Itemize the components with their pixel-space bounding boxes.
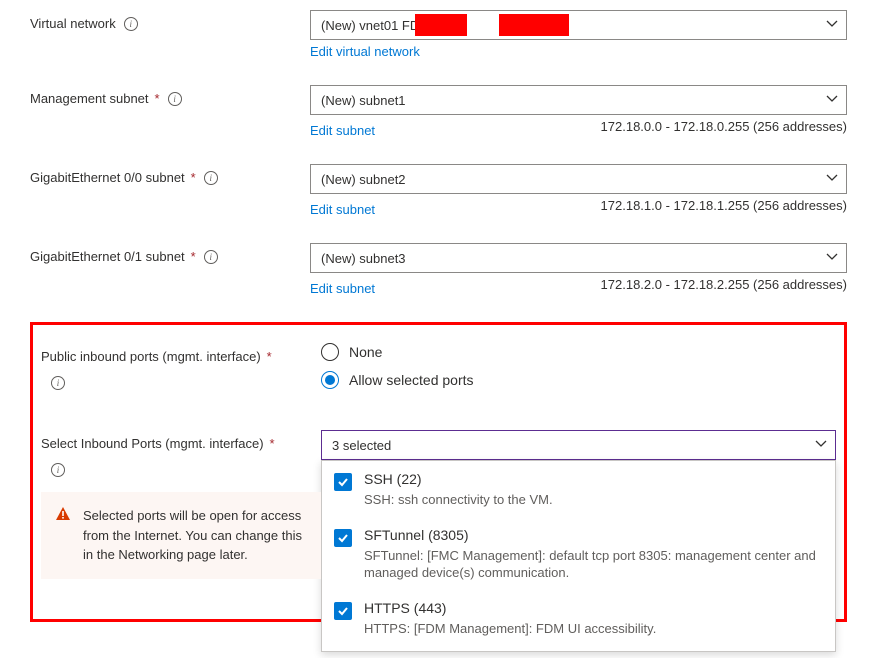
- info-icon[interactable]: i: [204, 171, 218, 185]
- radio-label-allow: Allow selected ports: [349, 372, 474, 388]
- option-desc: SFTunnel: [FMC Management]: default tcp …: [364, 547, 823, 582]
- ge01-subnet-addr: 172.18.2.0 - 172.18.2.255 (256 addresses…: [601, 277, 847, 296]
- info-icon[interactable]: i: [51, 463, 65, 477]
- mgmt-subnet-addr: 172.18.0.0 - 172.18.0.255 (256 addresses…: [601, 119, 847, 138]
- checkbox-checked-icon: [334, 529, 352, 547]
- dropdown-option-https[interactable]: HTTPS (443) HTTPS: [FDM Management]: FDM…: [334, 600, 823, 638]
- label-vnet: Virtual network: [30, 16, 116, 31]
- radio-icon: [321, 343, 339, 361]
- ge01-subnet-select[interactable]: (New) subnet3: [310, 243, 847, 273]
- option-desc: SSH: ssh connectivity to the VM.: [364, 491, 553, 509]
- radio-option-allow[interactable]: Allow selected ports: [321, 371, 836, 389]
- edit-ge00-subnet-link[interactable]: Edit subnet: [310, 202, 375, 217]
- mgmt-subnet-select[interactable]: (New) subnet1: [310, 85, 847, 115]
- warning-icon: [55, 506, 71, 528]
- inbound-ports-dropdown-panel: SSH (22) SSH: ssh connectivity to the VM…: [321, 460, 836, 652]
- mgmt-subnet-value: (New) subnet1: [321, 93, 406, 108]
- ge00-subnet-addr: 172.18.1.0 - 172.18.1.255 (256 addresses…: [601, 198, 847, 217]
- option-title: HTTPS (443): [364, 600, 656, 616]
- edit-mgmt-subnet-link[interactable]: Edit subnet: [310, 123, 375, 138]
- chevron-down-icon: [826, 251, 838, 266]
- vnet-select[interactable]: (New) vnet01 FDM: [310, 10, 847, 40]
- chevron-down-icon: [826, 93, 838, 108]
- chevron-down-icon: [826, 172, 838, 187]
- required-asterisk: *: [191, 249, 196, 264]
- label-public-inbound: Public inbound ports (mgmt. interface): [41, 349, 261, 364]
- edit-vnet-link[interactable]: Edit virtual network: [310, 44, 420, 59]
- ge01-subnet-value: (New) subnet3: [321, 251, 406, 266]
- radio-label-none: None: [349, 344, 382, 360]
- info-icon[interactable]: i: [168, 92, 182, 106]
- edit-ge01-subnet-link[interactable]: Edit subnet: [310, 281, 375, 296]
- chevron-down-icon: [826, 18, 838, 33]
- select-inbound-dropdown[interactable]: 3 selected: [321, 430, 836, 460]
- radio-icon-selected: [321, 371, 339, 389]
- warning-banner: Selected ports will be open for access f…: [41, 492, 321, 579]
- label-ge01-subnet: GigabitEthernet 0/1 subnet: [30, 249, 185, 264]
- label-select-inbound: Select Inbound Ports (mgmt. interface): [41, 436, 264, 451]
- chevron-down-icon: [815, 438, 827, 453]
- checkbox-checked-icon: [334, 473, 352, 491]
- option-title: SSH (22): [364, 471, 553, 487]
- info-icon[interactable]: i: [124, 17, 138, 31]
- dropdown-option-sftunnel[interactable]: SFTunnel (8305) SFTunnel: [FMC Managemen…: [334, 527, 823, 582]
- ge00-subnet-select[interactable]: (New) subnet2: [310, 164, 847, 194]
- option-desc: HTTPS: [FDM Management]: FDM UI accessib…: [364, 620, 656, 638]
- ge00-subnet-value: (New) subnet2: [321, 172, 406, 187]
- label-ge00-subnet: GigabitEthernet 0/0 subnet: [30, 170, 185, 185]
- info-icon[interactable]: i: [204, 250, 218, 264]
- warning-text: Selected ports will be open for access f…: [83, 508, 302, 562]
- checkbox-checked-icon: [334, 602, 352, 620]
- select-inbound-summary: 3 selected: [332, 438, 391, 453]
- info-icon[interactable]: i: [51, 376, 65, 390]
- label-mgmt-subnet: Management subnet: [30, 91, 149, 106]
- required-asterisk: *: [191, 170, 196, 185]
- required-asterisk: *: [267, 349, 272, 364]
- required-asterisk: *: [270, 436, 275, 451]
- vnet-value: (New) vnet01 FDM: [321, 18, 430, 33]
- option-title: SFTunnel (8305): [364, 527, 823, 543]
- dropdown-option-ssh[interactable]: SSH (22) SSH: ssh connectivity to the VM…: [334, 471, 823, 509]
- inbound-ports-section: Public inbound ports (mgmt. interface) *…: [30, 322, 847, 622]
- radio-option-none[interactable]: None: [321, 343, 836, 361]
- required-asterisk: *: [155, 91, 160, 106]
- public-inbound-radio-group: None Allow selected ports: [321, 343, 836, 389]
